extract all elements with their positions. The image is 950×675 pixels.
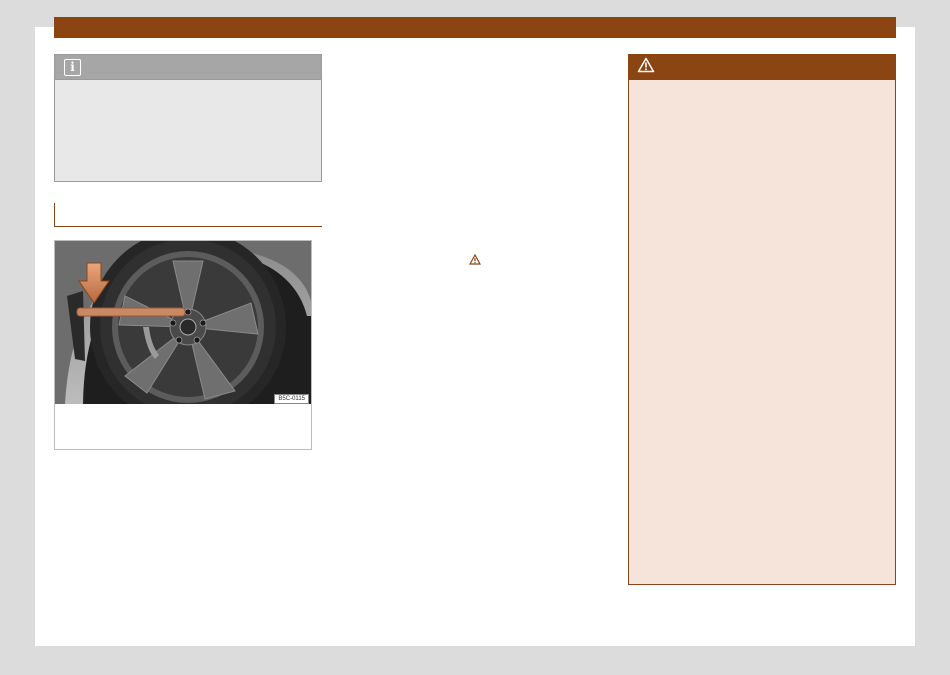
info-icon: i [64,58,81,76]
note-box: i [54,54,322,182]
section-heading-rule [54,203,322,227]
inline-warning-triangle-icon [468,252,482,270]
warning-box [628,54,896,585]
header-bar [54,17,896,38]
warning-triangle-icon [637,57,655,78]
warning-box-header [629,55,895,80]
figure-wheel: B5C-0115 [54,240,312,450]
figure-code: B5C-0115 [274,394,309,404]
wheel-illustration [55,241,311,404]
note-box-header: i [55,55,321,80]
